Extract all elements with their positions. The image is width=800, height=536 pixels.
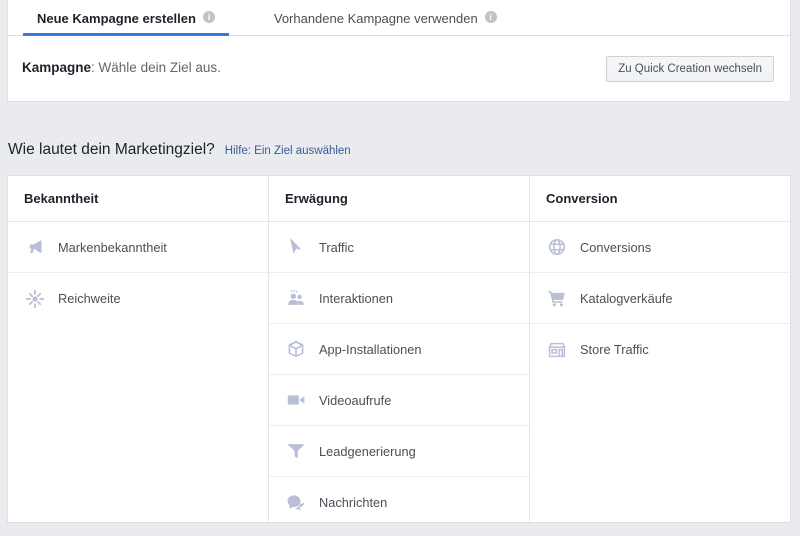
marketing-goal-heading: Wie lautet dein Marketingziel? Hilfe: Ei… <box>8 141 351 159</box>
goal-column-awareness: Bekanntheit Markenbekanntheit Reichweite <box>8 176 269 522</box>
chat-bubbles-icon <box>285 492 307 514</box>
globe-icon <box>546 236 568 258</box>
goal-column-header: Conversion <box>530 176 790 222</box>
campaign-description: Wähle dein Ziel aus. <box>94 60 221 75</box>
tab-bar: Neue Kampagne erstellen i Vorhandene Kam… <box>8 0 790 36</box>
megaphone-icon <box>24 236 46 258</box>
tab-create-new-campaign-label: Neue Kampagne erstellen <box>37 10 196 26</box>
goal-column-header: Bekanntheit <box>8 176 268 222</box>
goal-item-leadgenerierung[interactable]: Leadgenerierung <box>269 426 529 477</box>
goal-column-conversion: Conversion Conversions Katalogverkäufe S… <box>530 176 790 522</box>
funnel-icon <box>285 440 307 462</box>
goal-item-label: Leadgenerierung <box>319 443 416 459</box>
starburst-icon <box>24 288 46 310</box>
goal-item-label: App-Installationen <box>319 341 422 357</box>
campaign-objective-row: Kampagne: Wähle dein Ziel aus. Zu Quick … <box>8 36 790 101</box>
tab-use-existing-campaign[interactable]: Vorhandene Kampagne verwenden i <box>260 0 511 36</box>
goal-item-interaktionen[interactable]: Interaktionen <box>269 273 529 324</box>
goal-item-traffic[interactable]: Traffic <box>269 222 529 273</box>
goal-item-nachrichten[interactable]: Nachrichten <box>269 477 529 528</box>
shopping-cart-icon <box>546 287 568 309</box>
goal-item-label: Store Traffic <box>580 342 649 357</box>
switch-to-quick-creation-button[interactable]: Zu Quick Creation wechseln <box>606 56 774 82</box>
goal-column-header: Erwägung <box>269 176 529 222</box>
campaign-label: Kampagne <box>22 60 92 75</box>
goal-item-label: Traffic <box>319 239 354 255</box>
goal-item-store-traffic[interactable]: Store Traffic <box>530 324 790 375</box>
cube-icon <box>285 338 307 360</box>
goal-item-label: Nachrichten <box>319 495 388 510</box>
cursor-icon <box>285 236 307 258</box>
tab-use-existing-campaign-label: Vorhandene Kampagne verwenden <box>273 10 478 26</box>
goal-item-label: Interaktionen <box>319 290 393 306</box>
goal-item-label: Videoaufrufe <box>319 392 392 408</box>
goal-column-consideration: Erwägung Traffic Interaktionen App-Insta… <box>269 176 530 522</box>
goal-item-label: Conversions <box>580 239 652 255</box>
goal-item-reichweite[interactable]: Reichweite <box>8 273 268 324</box>
info-icon[interactable]: i <box>484 11 497 23</box>
campaign-instruction: Kampagne: Wähle dein Ziel aus. <box>22 60 221 75</box>
storefront-icon <box>546 339 568 361</box>
goal-item-app-installationen[interactable]: App-Installationen <box>269 324 529 375</box>
marketing-goals-table: Bekanntheit Markenbekanntheit Reichweite… <box>7 175 791 523</box>
page-title: Wie lautet dein Marketingziel? <box>8 141 215 158</box>
goal-item-label: Reichweite <box>58 291 121 306</box>
info-icon[interactable]: i <box>202 11 215 23</box>
campaign-header-card: Neue Kampagne erstellen i Vorhandene Kam… <box>7 0 791 102</box>
goal-item-conversions[interactable]: Conversions <box>530 222 790 273</box>
goal-item-videoaufrufe[interactable]: Videoaufrufe <box>269 375 529 426</box>
goal-item-katalogverkaeufe[interactable]: Katalogverkäufe <box>530 273 790 324</box>
video-camera-icon <box>285 389 307 411</box>
goal-item-label: Katalogverkäufe <box>580 290 673 306</box>
tab-create-new-campaign[interactable]: Neue Kampagne erstellen i <box>23 0 229 36</box>
people-icon <box>285 287 307 309</box>
goal-item-markenbekanntheit[interactable]: Markenbekanntheit <box>8 222 268 273</box>
help-link[interactable]: Hilfe: Ein Ziel auswählen <box>225 145 351 157</box>
goal-item-label: Markenbekanntheit <box>58 239 167 255</box>
